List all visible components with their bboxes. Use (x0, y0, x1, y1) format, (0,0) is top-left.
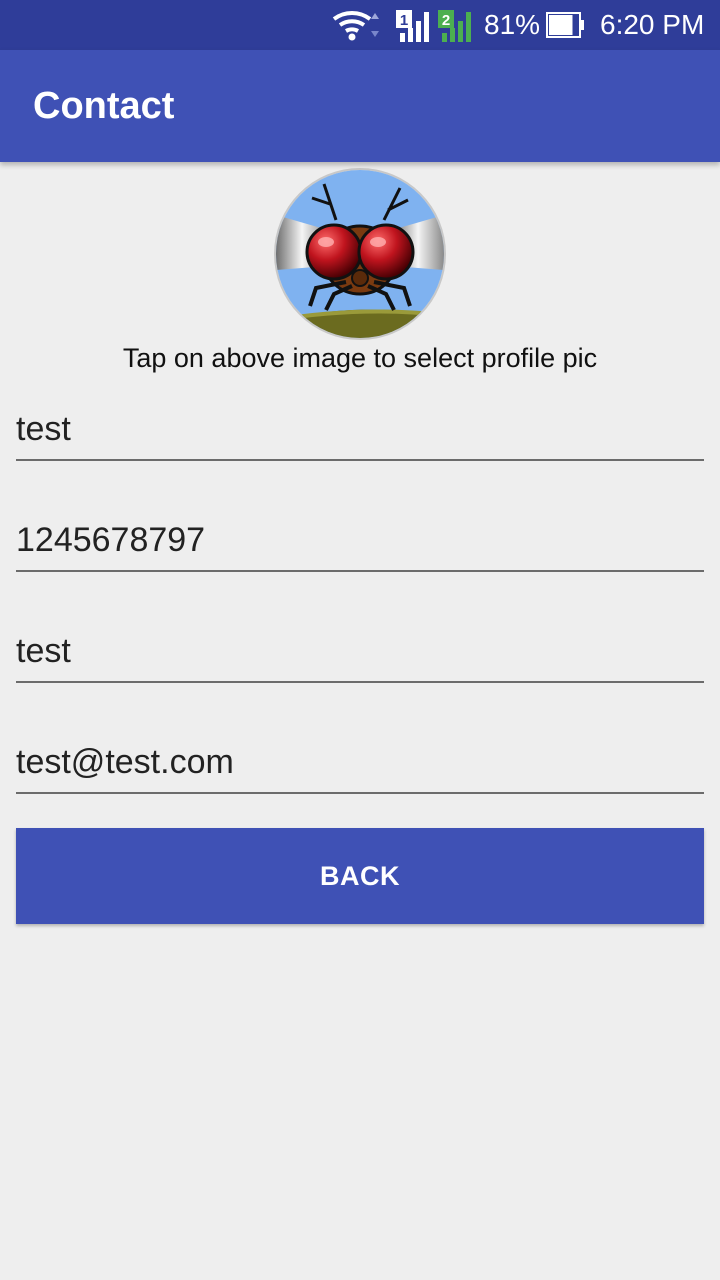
email-field[interactable] (16, 734, 704, 790)
battery-icon (546, 0, 586, 50)
profile-image[interactable] (276, 170, 444, 338)
phone-field-container (16, 512, 704, 572)
name-field[interactable] (16, 401, 704, 457)
status-bar: 1 2 81% 6:20 PM (0, 0, 720, 50)
sim1-label: 1 (400, 12, 408, 29)
back-button[interactable]: BACK (16, 828, 704, 924)
app-bar: Contact (0, 50, 720, 162)
sim2-signal-icon: 2 (438, 0, 476, 50)
text-field[interactable] (16, 623, 704, 679)
battery-percent: 81% (484, 9, 541, 40)
page-title: Contact (33, 85, 175, 127)
third-field-container (16, 623, 704, 683)
email-field-container (16, 734, 704, 794)
wifi-icon (332, 0, 384, 50)
clock-time: 6:20 PM (600, 9, 705, 40)
sim2-label: 2 (442, 12, 450, 29)
profile-caption: Tap on above image to select profile pic (122, 343, 598, 373)
sim1-signal-icon: 1 (396, 0, 434, 50)
fly-profile-icon (276, 170, 444, 338)
phone-field[interactable] (16, 512, 704, 568)
name-field-container (16, 401, 704, 461)
